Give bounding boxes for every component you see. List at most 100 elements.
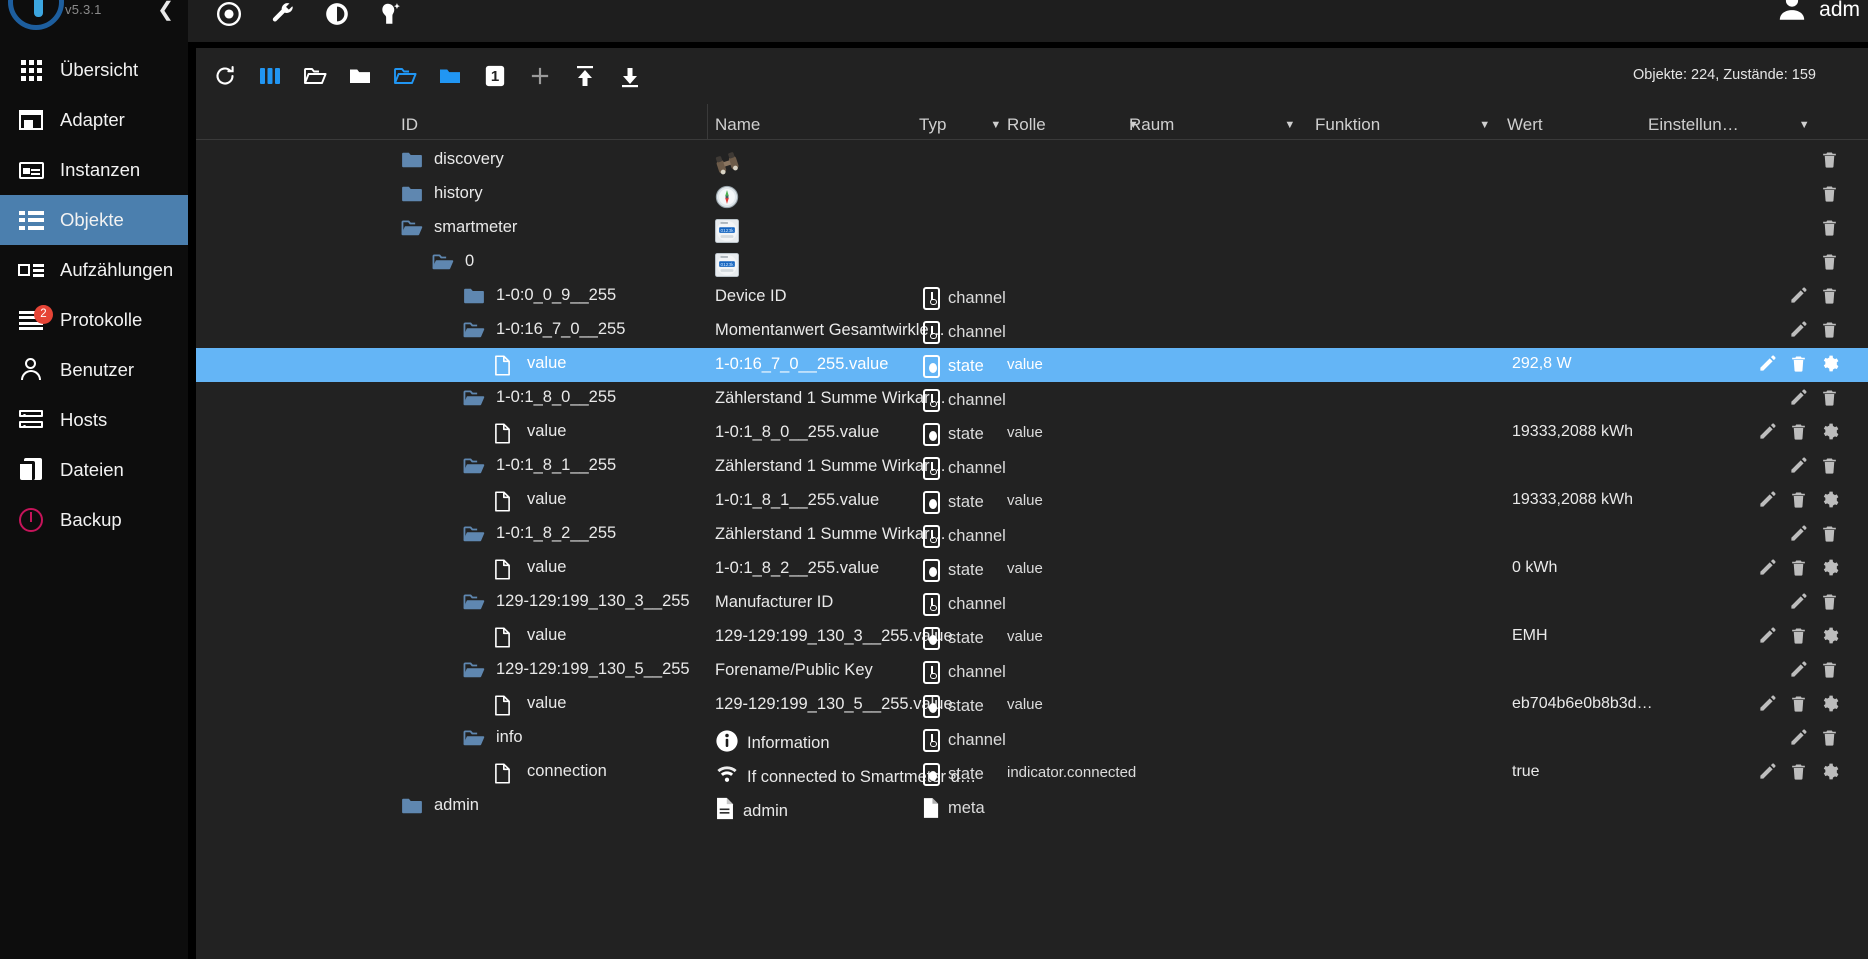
row-id-cell[interactable]: value — [494, 694, 566, 716]
folder-open-icon[interactable] — [463, 729, 485, 747]
edit-icon[interactable] — [1789, 388, 1809, 408]
file-icon[interactable] — [494, 762, 516, 784]
edit-icon[interactable] — [1789, 524, 1809, 544]
file-icon[interactable] — [494, 422, 516, 444]
depth-level-icon[interactable]: 1 — [482, 63, 508, 89]
add-object-icon[interactable] — [527, 63, 553, 89]
delete-icon[interactable] — [1789, 422, 1809, 442]
column-header-rolle[interactable]: Rolle ▼ — [1007, 115, 1139, 135]
table-row[interactable]: smartmeter 0123k — [196, 212, 1868, 246]
edit-icon[interactable] — [1758, 626, 1778, 646]
row-actions[interactable] — [1789, 660, 1840, 680]
objects-tree[interactable]: discovery history smartmeter 0123k 0 0123k 1-0… — [196, 144, 1868, 959]
table-row[interactable]: 129-129:199_130_5__255 Forename/Public Ke… — [196, 654, 1868, 688]
row-actions[interactable] — [1789, 388, 1840, 408]
table-row[interactable]: info Information channel — [196, 722, 1868, 756]
row-id-cell[interactable]: connection — [494, 762, 607, 784]
delete-icon[interactable] — [1789, 354, 1809, 374]
folder-closed-icon[interactable] — [463, 287, 485, 305]
table-row[interactable]: 0 0123k — [196, 246, 1868, 280]
edit-icon[interactable] — [1758, 354, 1778, 374]
row-id-cell[interactable]: 1-0:16_7_0__255 — [463, 320, 625, 339]
column-header-id[interactable]: ID — [401, 115, 418, 135]
settings-icon[interactable] — [1820, 490, 1840, 510]
chevron-down-icon[interactable]: ▼ — [1479, 119, 1490, 131]
row-actions[interactable] — [1758, 422, 1840, 442]
delete-icon[interactable] — [1820, 252, 1840, 272]
expand-selected-icon[interactable] — [437, 63, 463, 89]
row-id-cell[interactable]: 1-0:1_8_0__255 — [463, 388, 616, 407]
edit-icon[interactable] — [1789, 728, 1809, 748]
row-id-cell[interactable]: info — [463, 728, 523, 747]
settings-icon[interactable] — [1820, 694, 1840, 714]
eye-icon[interactable] — [216, 1, 242, 27]
chevron-down-icon[interactable]: ▼ — [990, 119, 1001, 131]
sidebar-item-benutzer[interactable]: Benutzer — [0, 345, 188, 395]
file-icon[interactable] — [494, 558, 516, 580]
table-row[interactable]: value 1-0:16_7_0__255.value state value 292,… — [196, 348, 1868, 382]
edit-icon[interactable] — [1758, 422, 1778, 442]
table-row[interactable]: history — [196, 178, 1868, 212]
sidebar-item-aufzaehlungen[interactable]: Aufzählungen — [0, 245, 188, 295]
table-row[interactable]: connection If connected to Smartmeter d… s… — [196, 756, 1868, 790]
edit-icon[interactable] — [1789, 456, 1809, 476]
folder-open-icon[interactable] — [463, 525, 485, 543]
row-actions[interactable] — [1789, 456, 1840, 476]
row-id-cell[interactable]: history — [401, 184, 483, 203]
chevron-down-icon[interactable]: ▼ — [1284, 119, 1295, 131]
row-actions[interactable] — [1758, 626, 1840, 646]
file-icon[interactable] — [494, 354, 516, 376]
row-id-cell[interactable]: discovery — [401, 150, 504, 169]
column-header-name[interactable]: Name — [715, 115, 760, 135]
row-id-cell[interactable]: admin — [401, 796, 479, 815]
table-row[interactable]: value 129-129:199_130_5__255.value state va… — [196, 688, 1868, 722]
delete-icon[interactable] — [1820, 524, 1840, 544]
row-actions[interactable] — [1758, 762, 1840, 782]
folder-open-icon[interactable] — [401, 219, 423, 237]
table-row[interactable]: value 1-0:1_8_2__255.value state value 0 kWh — [196, 552, 1868, 586]
edit-icon[interactable] — [1758, 558, 1778, 578]
row-actions[interactable] — [1789, 728, 1840, 748]
row-actions[interactable] — [1820, 150, 1840, 170]
collapse-all-icon[interactable] — [302, 63, 328, 89]
delete-icon[interactable] — [1789, 694, 1809, 714]
delete-icon[interactable] — [1789, 626, 1809, 646]
row-actions[interactable] — [1820, 252, 1840, 272]
import-icon[interactable] — [572, 63, 598, 89]
settings-icon[interactable] — [1820, 626, 1840, 646]
delete-icon[interactable] — [1789, 558, 1809, 578]
sidebar-item-adapter[interactable]: Adapter — [0, 95, 188, 145]
row-actions[interactable] — [1758, 490, 1840, 510]
file-icon[interactable] — [494, 626, 516, 648]
row-id-cell[interactable]: 129-129:199_130_5__255 — [463, 660, 690, 679]
edit-icon[interactable] — [1758, 490, 1778, 510]
edit-icon[interactable] — [1789, 320, 1809, 340]
delete-icon[interactable] — [1820, 286, 1840, 306]
edit-icon[interactable] — [1789, 660, 1809, 680]
table-row[interactable]: 1-0:1_8_2__255 Zählerstand 1 Summe Wirkar… — [196, 518, 1868, 552]
wrench-icon[interactable] — [270, 1, 296, 27]
row-id-cell[interactable]: 1-0:0_0_9__255 — [463, 286, 616, 305]
delete-icon[interactable] — [1789, 490, 1809, 510]
sidebar-collapse-button[interactable]: ❮ — [157, 0, 174, 20]
row-actions[interactable] — [1789, 286, 1840, 306]
row-actions[interactable] — [1820, 184, 1840, 204]
row-id-cell[interactable]: smartmeter — [401, 218, 517, 237]
delete-icon[interactable] — [1820, 150, 1840, 170]
row-id-cell[interactable]: value — [494, 558, 566, 580]
theme-contrast-icon[interactable] — [324, 1, 350, 27]
row-actions[interactable] — [1758, 354, 1840, 374]
file-icon[interactable] — [494, 694, 516, 716]
sidebar-item-hosts[interactable]: Hosts — [0, 395, 188, 445]
settings-icon[interactable] — [1820, 762, 1840, 782]
delete-icon[interactable] — [1820, 592, 1840, 612]
table-row[interactable]: 1-0:16_7_0__255 Momentanwert Gesamtwirkle… — [196, 314, 1868, 348]
row-id-cell[interactable]: 1-0:1_8_1__255 — [463, 456, 616, 475]
table-row[interactable]: value 129-129:199_130_3__255.value state va… — [196, 620, 1868, 654]
chevron-down-icon[interactable]: ▼ — [1799, 119, 1810, 131]
row-id-cell[interactable]: value — [494, 422, 566, 444]
columns-icon[interactable] — [257, 63, 283, 89]
sidebar-item-instanzen[interactable]: Instanzen — [0, 145, 188, 195]
folder-open-icon[interactable] — [463, 321, 485, 339]
row-id-cell[interactable]: value — [494, 626, 566, 648]
